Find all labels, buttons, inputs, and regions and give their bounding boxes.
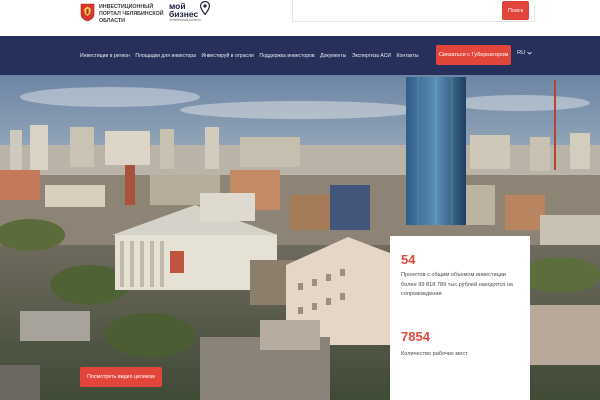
contact-governor-button[interactable]: Связаться с Губернатором — [436, 45, 511, 65]
search-input[interactable] — [292, 0, 535, 22]
projects-description: Проектов с общим объемом инвестиции боле… — [401, 272, 513, 298]
biz-logo-bottom: бизнес — [169, 9, 199, 19]
search-button[interactable]: Поиск — [502, 1, 529, 20]
nav-item-contacts[interactable]: Контакты — [397, 53, 419, 59]
portal-title[interactable]: Инвестиционный портал Челябинской област… — [99, 4, 169, 26]
language-switcher[interactable]: RU — [517, 50, 533, 56]
main-nav: Инвестиции в регион Площадки для инвесто… — [0, 36, 600, 75]
coat-of-arms-icon[interactable] — [80, 3, 95, 22]
nav-item-investments-region[interactable]: Инвестиции в регион — [80, 53, 130, 59]
hero-section: Посмотреть видео целиком 54 Проектов с о… — [0, 75, 600, 400]
chevron-down-icon — [527, 51, 533, 55]
jobs-description: Количество рабочих мест — [401, 351, 468, 357]
nav-item-investor-support[interactable]: Поддержка инвесторов — [259, 53, 314, 59]
projects-count: 54 — [401, 252, 416, 267]
language-label: RU — [517, 50, 526, 56]
nav-item-documents[interactable]: Документы — [320, 53, 346, 59]
biz-logo-sub: Челябинская область — [169, 18, 201, 22]
top-header: Инвестиционный портал Челябинской област… — [0, 0, 600, 36]
stats-card: 54 Проектов с общим объемом инвестиции б… — [390, 236, 530, 400]
nav-links: Инвестиции в регион Площадки для инвесто… — [80, 36, 419, 75]
map-pin-icon — [200, 1, 210, 15]
moy-biznes-logo[interactable]: мой бизнес Челябинская область — [169, 1, 215, 25]
watch-video-button[interactable]: Посмотреть видео целиком — [80, 367, 162, 387]
jobs-count: 7854 — [401, 329, 430, 344]
nav-item-asi-expertise[interactable]: Экспертиза АСИ — [352, 53, 391, 59]
nav-item-investor-sites[interactable]: Площадки для инвестора — [135, 53, 196, 59]
nav-item-invest-industries[interactable]: Инвестируй в отрасли — [201, 53, 253, 59]
